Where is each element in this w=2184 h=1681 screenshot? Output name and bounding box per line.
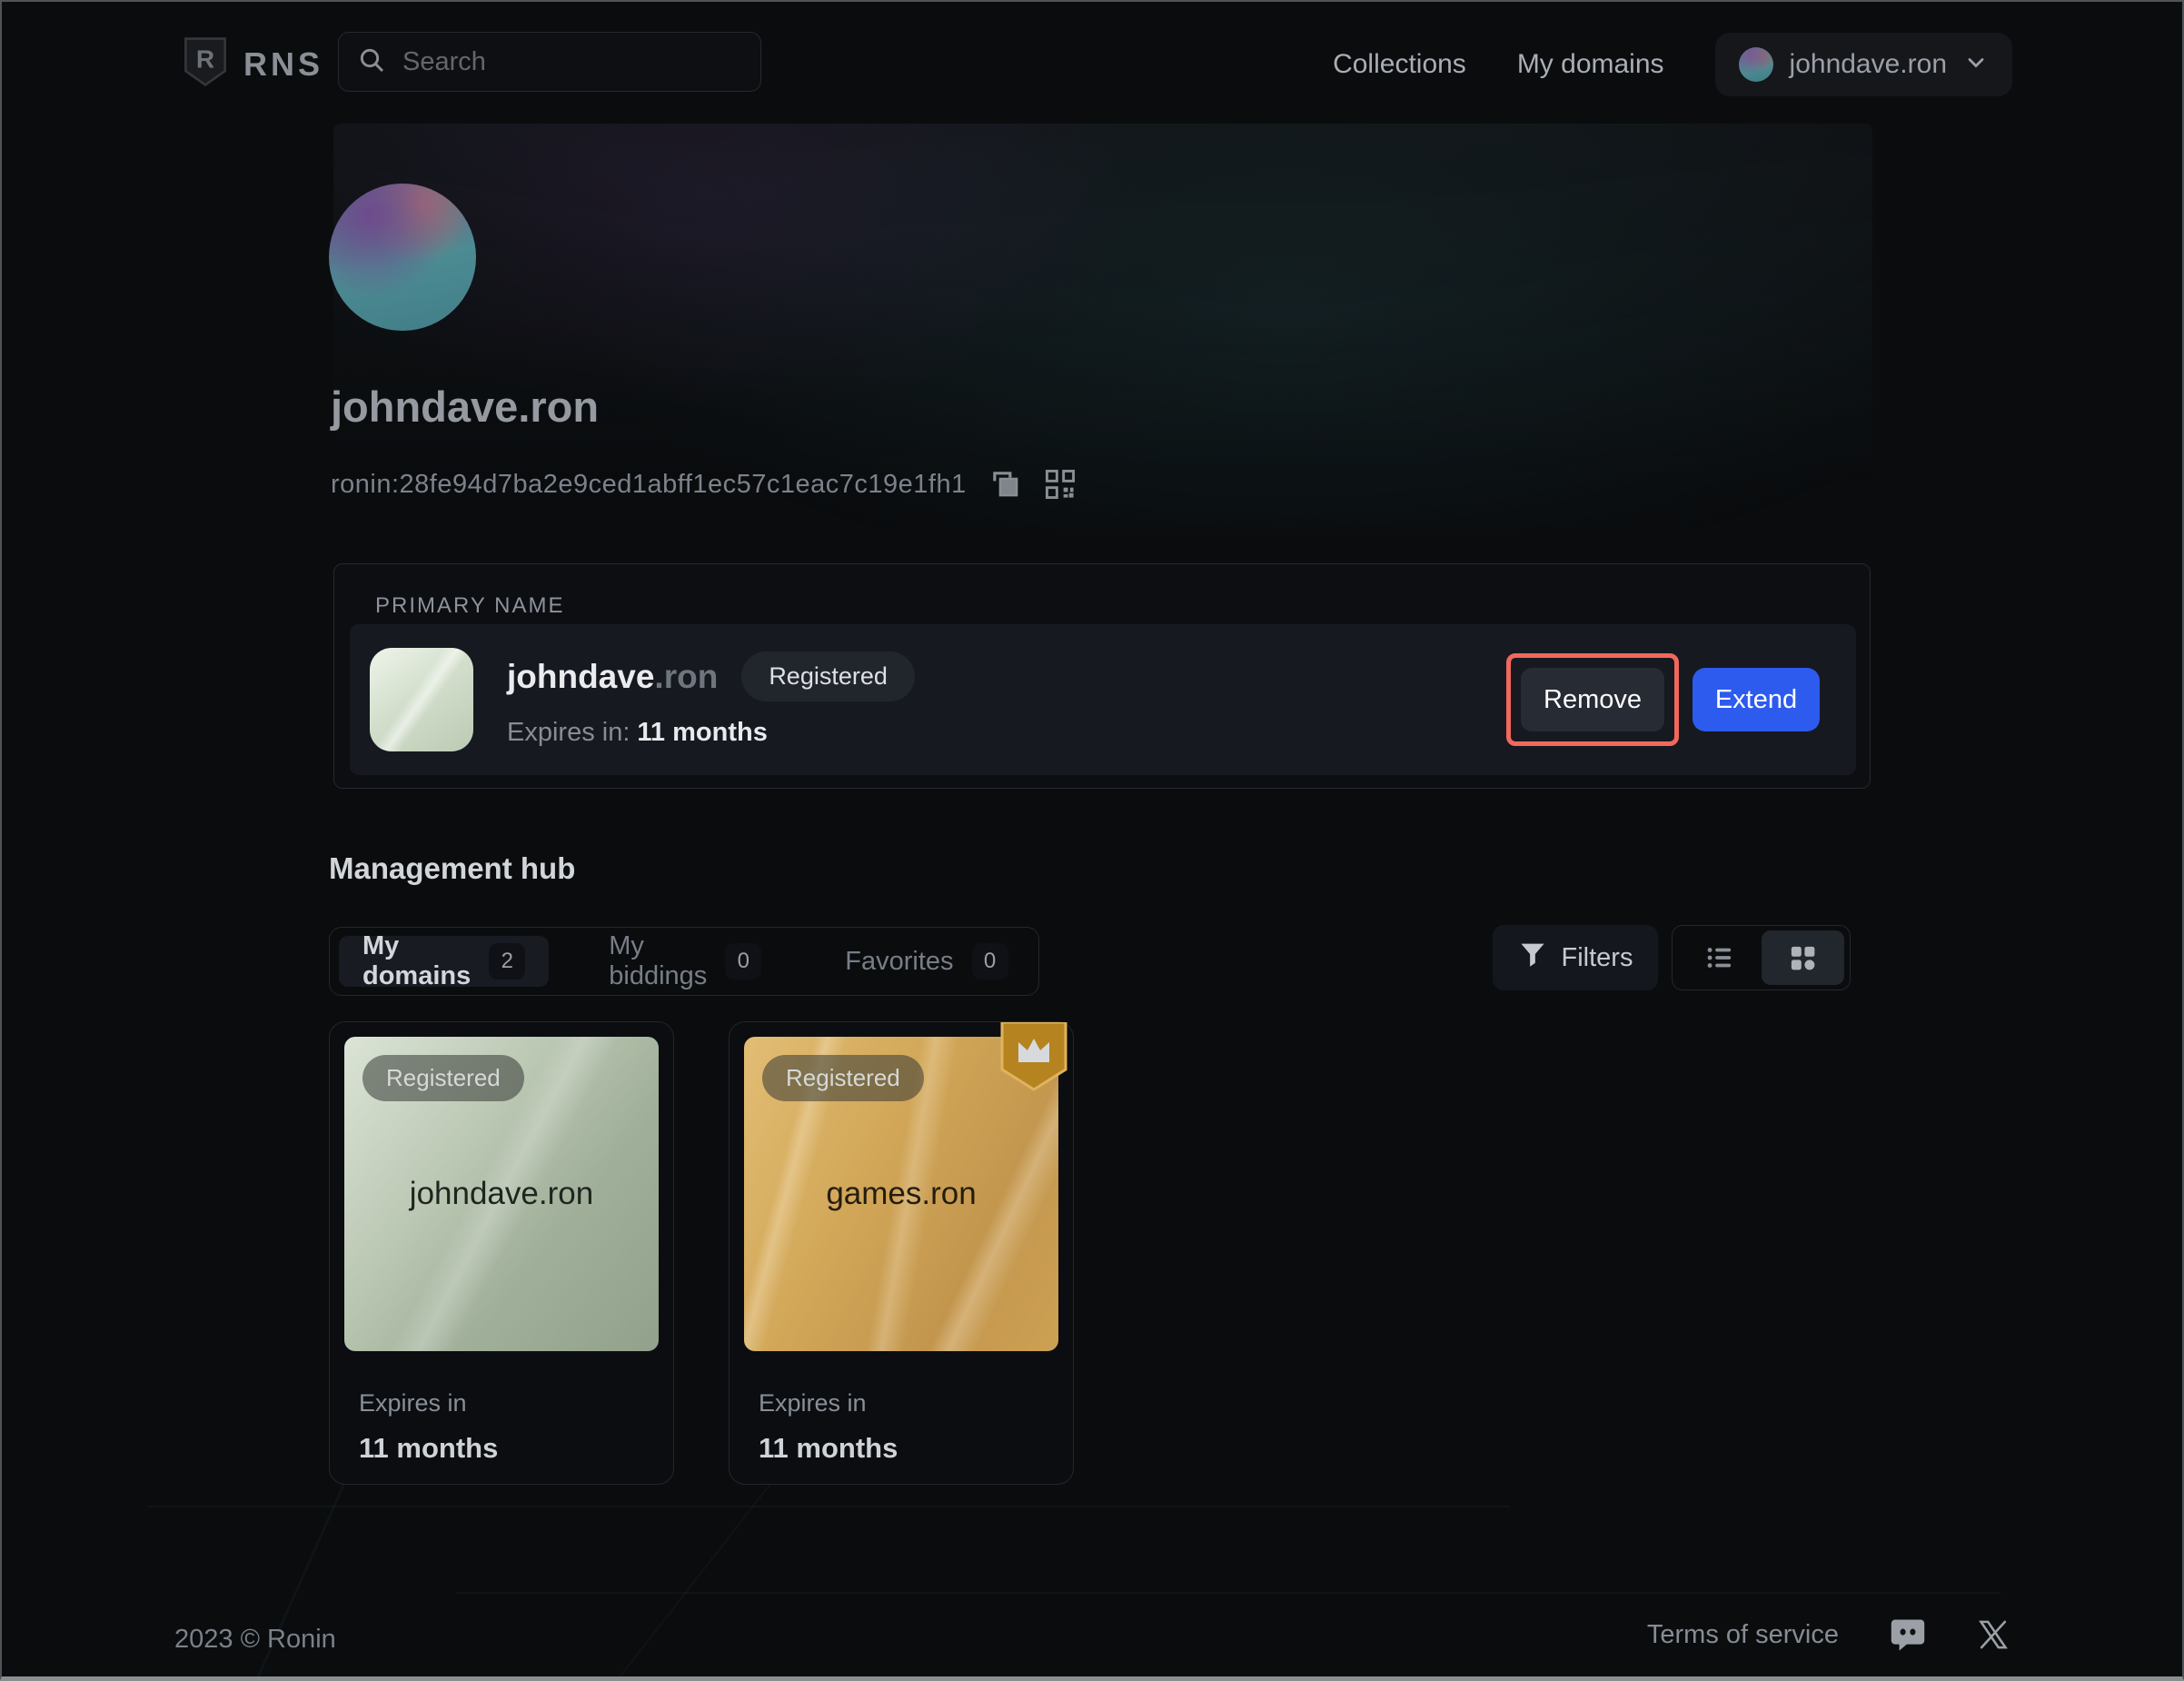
list-view-button[interactable] — [1678, 930, 1762, 985]
tile-registered-badge: Registered — [362, 1055, 524, 1101]
user-avatar — [1739, 47, 1773, 82]
profile-avatar — [329, 184, 476, 331]
favorites-count-badge: 0 — [972, 943, 1008, 980]
primary-name-label: PRIMARY NAME — [375, 593, 565, 619]
user-name: johndave.ron — [1790, 49, 1947, 80]
crown-badge-icon — [1000, 1022, 1067, 1091]
extend-button[interactable]: Extend — [1693, 668, 1820, 731]
primary-domain-thumbnail — [370, 648, 473, 751]
user-account-menu[interactable]: johndave.ron — [1715, 33, 2012, 96]
domain-tile-image: Registered johndave.ron — [344, 1037, 659, 1351]
tab-my-domains[interactable]: My domains 2 — [339, 936, 549, 987]
my-biddings-count-badge: 0 — [725, 943, 761, 980]
rns-app-window: R RNS Collections My domains johndave.ro… — [0, 0, 2184, 1681]
nav-links: Collections My domains johndave.ron — [1333, 2, 2012, 127]
chevron-down-icon — [1963, 50, 1989, 80]
domain-card-games[interactable]: Registered games.ron Expires in 11 month… — [729, 1021, 1074, 1485]
nav-my-domains[interactable]: My domains — [1517, 49, 1664, 80]
logo-wordmark: RNS — [243, 45, 323, 84]
domain-card-johndave[interactable]: Registered johndave.ron Expires in 11 mo… — [329, 1021, 674, 1485]
profile-domain-title: johndave.ron — [331, 382, 599, 432]
terms-of-service-link[interactable]: Terms of service — [1647, 1620, 1839, 1650]
tile-domain-name: johndave.ron — [410, 1176, 593, 1212]
footer-links: Terms of service — [1647, 1617, 2010, 1652]
expires-label: Expires in — [759, 1389, 898, 1417]
tile-domain-name: games.ron — [826, 1176, 976, 1212]
qr-code-icon[interactable] — [1045, 469, 1076, 500]
copy-address-icon[interactable] — [990, 469, 1021, 500]
wallet-address: ronin:28fe94d7ba2e9ced1abff1ec57c1eac7c1… — [331, 470, 967, 500]
search-input[interactable] — [401, 46, 742, 78]
expires-value: 11 months — [759, 1432, 898, 1465]
tab-favorites[interactable]: Favorites 0 — [821, 936, 1031, 987]
tile-registered-badge: Registered — [762, 1055, 924, 1101]
management-hub-title: Management hub — [329, 851, 575, 886]
list-view-icon — [1704, 942, 1735, 973]
rns-shield-icon: R — [182, 36, 229, 92]
remove-button-highlight: Remove — [1506, 653, 1679, 746]
svg-text:R: R — [196, 45, 214, 73]
search-icon — [357, 45, 386, 79]
primary-expires: Expires in:11 months — [507, 718, 915, 748]
view-mode-toggle — [1672, 925, 1851, 990]
filter-funnel-icon — [1518, 940, 1547, 976]
search-box[interactable] — [338, 32, 761, 92]
x-twitter-icon[interactable] — [1977, 1618, 2010, 1651]
rns-logo[interactable]: R RNS — [182, 36, 323, 92]
my-domains-count-badge: 2 — [489, 943, 525, 980]
nav-collections[interactable]: Collections — [1333, 49, 1466, 80]
copyright-text: 2023 © Ronin — [174, 1625, 336, 1655]
hub-tabbar: My domains 2 My biddings 0 Favorites 0 — [329, 927, 1039, 996]
primary-domain-name: johndave.ron — [507, 658, 718, 696]
primary-name-row: johndave.ron Registered Expires in:11 mo… — [350, 624, 1856, 775]
grid-view-button[interactable] — [1762, 930, 1845, 985]
expires-value: 11 months — [359, 1432, 498, 1465]
wallet-address-row: ronin:28fe94d7ba2e9ced1abff1ec57c1eac7c1… — [331, 469, 1076, 500]
discord-icon[interactable] — [1890, 1617, 1926, 1652]
top-navigation-bar: R RNS Collections My domains johndave.ro… — [2, 2, 2184, 127]
tab-my-biddings[interactable]: My biddings 0 — [585, 936, 785, 987]
registered-status-badge: Registered — [741, 652, 915, 701]
remove-button[interactable]: Remove — [1521, 668, 1664, 731]
filters-button[interactable]: Filters — [1493, 925, 1658, 990]
grid-view-icon — [1787, 942, 1818, 973]
expires-label: Expires in — [359, 1389, 498, 1417]
primary-name-card: PRIMARY NAME johndave.ron Registered Exp… — [333, 563, 1871, 789]
